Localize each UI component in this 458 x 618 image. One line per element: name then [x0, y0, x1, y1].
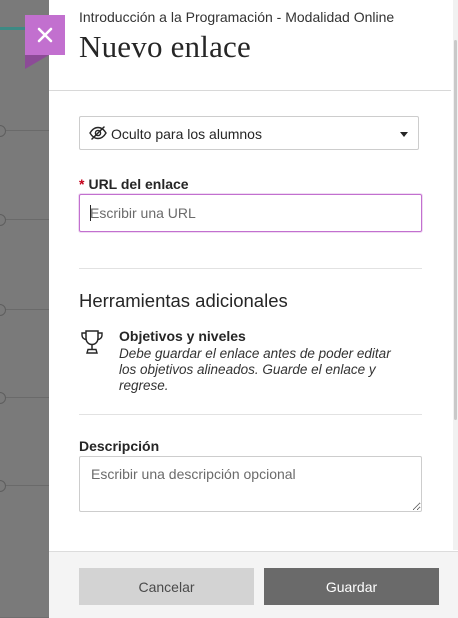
url-input[interactable] [79, 194, 422, 232]
section-divider [79, 268, 422, 269]
url-label-text: URL del enlace [88, 176, 189, 192]
background-divider [0, 397, 50, 398]
panel-header: Introducción a la Programación - Modalid… [49, 0, 451, 91]
new-link-panel: Introducción a la Programación - Modalid… [49, 0, 458, 618]
goals-and-standards-link[interactable]: Objetivos y niveles [119, 328, 246, 344]
close-panel-button[interactable] [25, 15, 65, 55]
background-divider [0, 309, 50, 310]
background-node [0, 125, 6, 137]
panel-scrollbar[interactable] [453, 0, 458, 550]
visibility-selected-value: Oculto para los alumnos [111, 126, 262, 142]
trophy-icon [81, 330, 103, 354]
background-node [0, 214, 6, 226]
save-button[interactable]: Guardar [264, 568, 439, 605]
chevron-down-icon [400, 132, 408, 137]
description-textarea[interactable] [79, 456, 422, 512]
course-title: Introducción a la Programación - Modalid… [79, 9, 395, 25]
text-cursor [90, 205, 91, 221]
required-marker: * [79, 176, 85, 192]
panel-footer: Cancelar Guardar [49, 551, 458, 618]
background-node [0, 392, 6, 404]
background-divider [0, 485, 50, 486]
section-divider [79, 414, 422, 415]
background-node [0, 480, 6, 492]
scrollbar-thumb[interactable] [454, 40, 457, 420]
visibility-select[interactable]: Oculto para los alumnos [79, 116, 419, 150]
close-button-tab [25, 55, 49, 69]
additional-tools-heading: Herramientas adicionales [79, 290, 288, 311]
background-divider [0, 219, 50, 220]
background-page [0, 0, 50, 617]
goals-help-text: Debe guardar el enlace antes de poder ed… [119, 346, 391, 393]
page-title: Nuevo enlace [79, 29, 251, 64]
background-node [0, 304, 6, 316]
description-field-label: Descripción [79, 438, 160, 454]
url-field-label: * URL del enlace [79, 176, 189, 192]
cancel-button[interactable]: Cancelar [79, 568, 254, 605]
background-divider [0, 130, 50, 131]
eye-slash-icon [89, 126, 107, 140]
close-icon [37, 27, 53, 43]
